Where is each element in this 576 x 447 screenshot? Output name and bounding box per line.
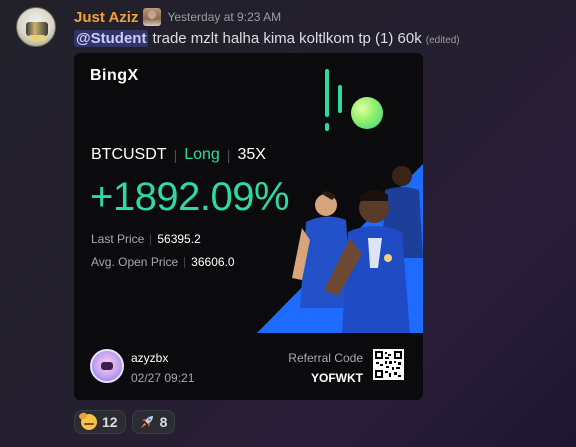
divider	[150, 233, 152, 245]
avg-open-value: 36606.0	[191, 255, 235, 269]
decor-bar-3	[325, 123, 329, 131]
referral-label: Referral Code	[288, 351, 363, 365]
last-price-row: Last Price 56395.2	[91, 232, 201, 246]
message-timestamp[interactable]: Yesterday at 9:23 AM	[167, 10, 281, 24]
qr-code-icon	[373, 349, 404, 380]
last-price-label: Last Price	[91, 232, 145, 246]
position-direction: Long	[184, 146, 220, 163]
reaction-count: 8	[159, 414, 168, 430]
role-badge-icon[interactable]	[143, 8, 162, 26]
chat-message: Just Aziz Yesterday at 9:23 AM @Student …	[0, 0, 576, 447]
message-text: trade mzlt halha kima koltlkom tp (1) 60…	[152, 30, 422, 47]
divider: |	[226, 147, 231, 163]
reaction-count: 12	[102, 414, 118, 430]
trader-username: azyzbx	[131, 351, 169, 365]
brand-logo: BingX	[90, 67, 139, 84]
author-name[interactable]: Just Aziz	[74, 9, 138, 26]
divider	[184, 256, 186, 268]
author-avatar[interactable]	[16, 7, 56, 47]
trade-date: 02/27 09:21	[131, 371, 195, 385]
last-price-value: 56395.2	[157, 232, 201, 246]
message-content: @Student trade mzlt halha kima koltlkom …	[74, 30, 460, 47]
trader-avatar	[90, 349, 124, 383]
avatar-art	[26, 22, 48, 36]
decor-bar-1	[325, 69, 329, 117]
reaction-rocket[interactable]: 8	[131, 410, 176, 434]
referral-code: YOFWKT	[311, 371, 363, 385]
saluting-face-icon	[81, 414, 97, 430]
football-players-illustration	[257, 164, 423, 333]
edited-label: (edited)	[425, 35, 460, 46]
reactions-bar: 12 8	[74, 410, 176, 434]
avg-open-label: Avg. Open Price	[91, 255, 179, 269]
position-summary: BTCUSDT | Long | 35X	[91, 146, 266, 164]
user-mention[interactable]: @Student	[74, 30, 149, 47]
decor-orb	[351, 97, 383, 129]
decor-bar-2	[338, 85, 342, 113]
avg-open-row: Avg. Open Price 36606.0	[91, 255, 235, 269]
trading-pair: BTCUSDT	[91, 146, 167, 163]
avatar-art-base	[29, 35, 45, 41]
divider: |	[173, 147, 178, 163]
trade-card-image[interactable]: BingX BTCUSDT | Long | 35X +1892.09% Las…	[74, 53, 423, 400]
reaction-saluting-face[interactable]: 12	[74, 410, 126, 434]
rocket-icon	[139, 414, 155, 430]
message-header: Just Aziz Yesterday at 9:23 AM	[74, 8, 281, 26]
